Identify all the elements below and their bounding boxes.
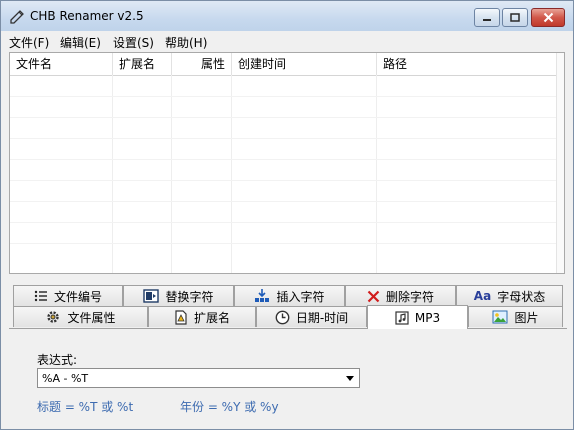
scrollbar-area[interactable] xyxy=(556,53,564,273)
app-logo-icon xyxy=(9,8,25,24)
tab-label: 字母状态 xyxy=(497,289,546,304)
close-button[interactable] xyxy=(531,8,565,27)
file-warning-icon xyxy=(174,309,188,325)
tab-label: 文件编号 xyxy=(53,289,102,304)
tab-insert-characters[interactable]: 插入字符 xyxy=(234,285,345,306)
window-title: CHB Renamer v2.5 xyxy=(30,9,144,23)
gear-icon xyxy=(45,309,61,325)
replace-icon xyxy=(143,289,160,303)
tab-file-numbering[interactable]: 文件编号 xyxy=(13,285,123,306)
tab-delete-characters[interactable]: 删除字符 xyxy=(345,285,456,306)
expression-value: %A - %T xyxy=(42,372,89,385)
title-bar[interactable]: CHB Renamer v2.5 xyxy=(1,1,573,31)
menu-bar: 文件(F) 编辑(E) 设置(S) 帮助(H) xyxy=(1,31,573,51)
maximize-icon xyxy=(510,13,520,22)
tab-replace-characters[interactable]: 替换字符 xyxy=(123,285,234,306)
tab-extension[interactable]: 扩展名 xyxy=(148,306,256,327)
column-header-extension[interactable]: 扩展名 xyxy=(113,53,172,75)
hint-title-code: 标题 = %T 或 %t xyxy=(37,400,134,414)
row-divider xyxy=(10,222,564,223)
tab-picture[interactable]: 图片 xyxy=(468,306,563,327)
chevron-down-icon[interactable] xyxy=(344,372,356,384)
tab-label: 图片 xyxy=(514,310,539,325)
column-header-path[interactable]: 路径 xyxy=(377,53,558,75)
tab-label: 替换字符 xyxy=(165,289,214,304)
column-header-created-time[interactable]: 创建时间 xyxy=(232,53,377,75)
close-icon xyxy=(543,12,553,23)
row-divider xyxy=(10,243,564,244)
picture-icon xyxy=(492,310,508,324)
hint-year-code: 年份 = %Y 或 %y xyxy=(180,400,279,414)
tab-mp3[interactable]: MP3 xyxy=(367,305,468,329)
menu-help[interactable]: 帮助(H) xyxy=(165,34,207,51)
row-divider xyxy=(10,117,564,118)
expression-combobox[interactable]: %A - %T xyxy=(37,368,360,388)
insert-icon xyxy=(254,289,270,303)
app-window: CHB Renamer v2.5 文件(F) 编辑(E) 设置(S) 帮助(H)… xyxy=(0,0,574,430)
tab-letter-case[interactable]: Aa 字母状态 xyxy=(456,285,563,306)
file-list[interactable]: 文件名 扩展名 属性 创建时间 路径 xyxy=(9,52,565,274)
row-divider xyxy=(10,180,564,181)
file-list-body[interactable] xyxy=(10,75,564,273)
row-divider xyxy=(10,138,564,139)
row-divider xyxy=(10,96,564,97)
tab-label: 扩展名 xyxy=(193,310,230,325)
row-divider xyxy=(10,159,564,160)
clock-icon xyxy=(275,310,290,325)
row-divider xyxy=(10,201,564,202)
tab-label: 日期-时间 xyxy=(295,310,349,325)
menu-settings[interactable]: 设置(S) xyxy=(113,34,154,51)
tab-label: 文件属性 xyxy=(67,310,116,325)
column-header-filename[interactable]: 文件名 xyxy=(10,53,113,75)
maximize-button[interactable] xyxy=(502,8,528,27)
expression-label: 表达式: xyxy=(37,353,78,367)
mp3-panel: 表达式: %A - %T 标题 = %T 或 %t 年份 = %Y 或 %y xyxy=(9,328,567,429)
tab-label: MP3 xyxy=(414,310,441,325)
delete-x-icon xyxy=(367,290,380,303)
file-list-header: 文件名 扩展名 属性 创建时间 路径 xyxy=(10,53,558,76)
column-header-attributes[interactable]: 属性 xyxy=(172,53,232,75)
minimize-button[interactable] xyxy=(474,8,500,27)
menu-edit[interactable]: 编辑(E) xyxy=(60,34,101,51)
minimize-icon xyxy=(483,18,491,21)
menu-file[interactable]: 文件(F) xyxy=(9,34,49,51)
tab-date-time[interactable]: 日期-时间 xyxy=(256,306,367,327)
tab-label: 删除字符 xyxy=(385,289,434,304)
letter-case-icon: Aa xyxy=(473,289,492,303)
function-tabs: 文件编号 替换字符 插入字符 删除字符 Aa 字母状态 文件属性 扩展名 日期-… xyxy=(9,285,567,329)
tab-label: 插入字符 xyxy=(276,289,325,304)
numbered-list-icon xyxy=(34,290,48,302)
tab-file-attributes[interactable]: 文件属性 xyxy=(13,306,148,327)
music-file-icon xyxy=(395,310,409,325)
